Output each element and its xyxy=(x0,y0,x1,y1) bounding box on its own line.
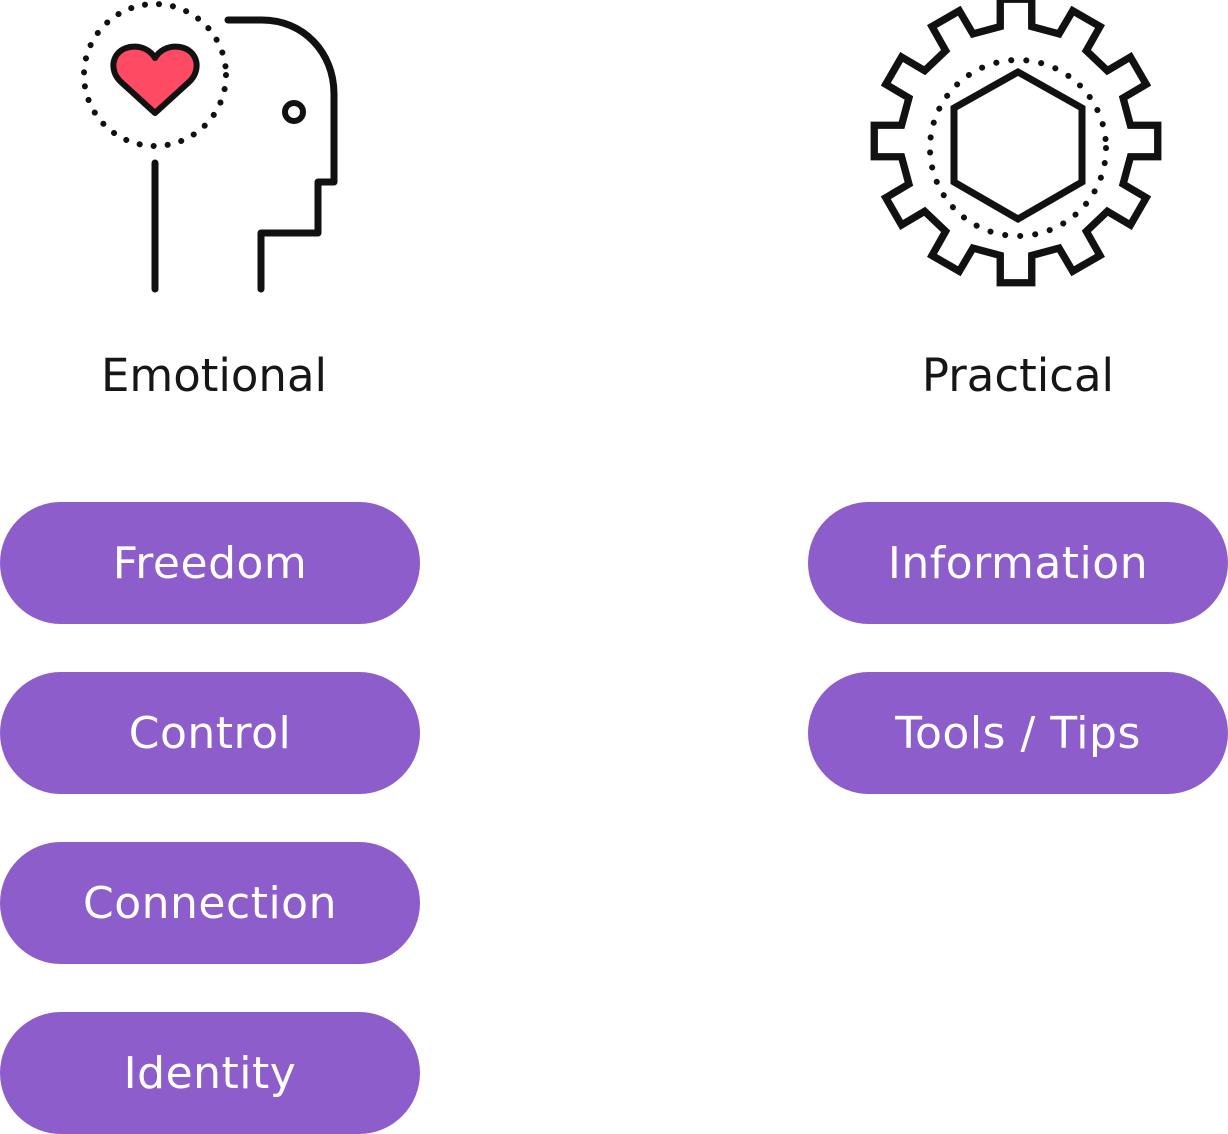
practical-heading: Practical xyxy=(921,349,1115,402)
pill-freedom: Freedom xyxy=(0,502,420,624)
pill-tools-tips: Tools / Tips xyxy=(808,672,1228,794)
head-with-heart-icon xyxy=(81,1,338,293)
head-profile-outline xyxy=(224,16,338,293)
gear-outline xyxy=(870,0,1162,287)
heart-shape xyxy=(110,43,200,116)
pill-control: Control xyxy=(0,672,420,794)
gear-icon xyxy=(870,0,1162,287)
pill-information: Information xyxy=(808,502,1228,624)
emotional-heading: Emotional xyxy=(100,349,328,402)
hexagon-center xyxy=(950,67,1086,224)
pill-identity: Identity xyxy=(0,1012,420,1134)
pill-connection: Connection xyxy=(0,842,420,964)
eye-dot xyxy=(282,100,306,124)
